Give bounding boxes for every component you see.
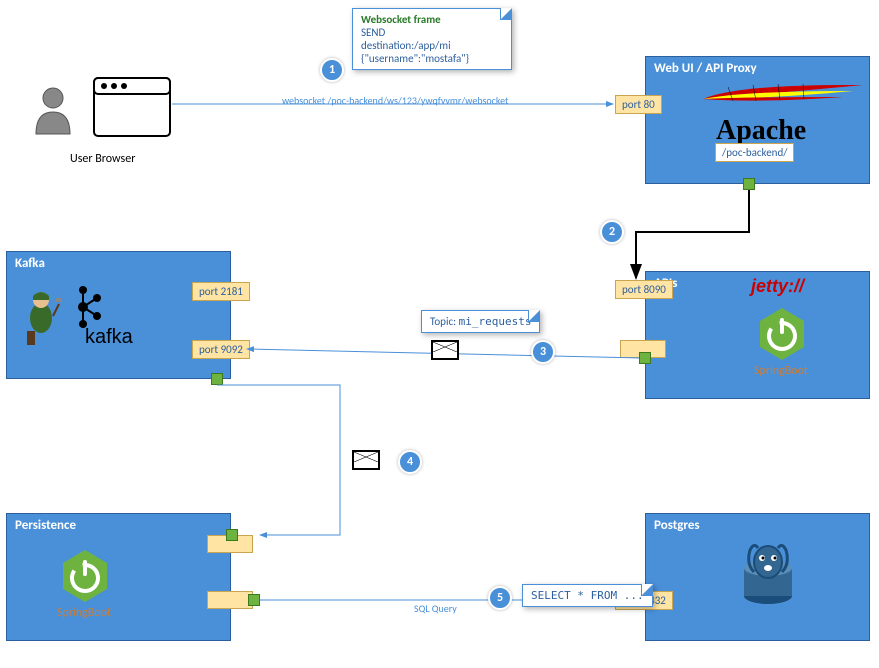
kafka-port-2181: port 2181 xyxy=(192,282,250,301)
persistence-box: Persistence SpringBoot xyxy=(6,513,231,641)
ws-line1: SEND xyxy=(361,26,503,39)
envelope-icon-1 xyxy=(431,340,459,360)
ws-frame-title: Websocket frame xyxy=(361,13,503,26)
jetty-brand: jetty:// xyxy=(751,276,804,297)
kafka-title: Kafka xyxy=(15,256,45,271)
postgres-icon xyxy=(736,544,800,616)
topic-note: Topic: mi_requests xyxy=(421,310,540,333)
persistence-in-node xyxy=(226,529,238,541)
kafka-box: Kafka kafka xyxy=(6,251,231,379)
apis-framework: SpringBoot xyxy=(754,364,808,378)
apache-port: port 80 xyxy=(615,95,662,114)
step-3: 3 xyxy=(531,340,555,364)
sql-note: SELECT * FROM ... xyxy=(522,584,653,607)
kafka-logo-icon xyxy=(73,282,103,332)
springboot-icon-2 xyxy=(57,548,113,604)
sql-text: SELECT * FROM ... xyxy=(531,589,644,602)
websocket-frame-note: Websocket frame SEND destination:/app/mi… xyxy=(352,8,512,70)
postgres-box: Postgres xyxy=(645,513,870,641)
topic-value: mi_requests xyxy=(459,315,532,328)
zookeeper-icon xyxy=(21,286,63,346)
sql-query-label: SQL Query xyxy=(414,602,457,615)
topic-label: Topic: xyxy=(430,315,456,328)
persistence-title: Persistence xyxy=(15,518,76,533)
step-4: 4 xyxy=(398,450,422,474)
kafka-port-9092: port 9092 xyxy=(192,340,250,359)
apache-box: Web UI / API Proxy Apache xyxy=(645,56,870,184)
ws-line3: {"username":"mostafa"} xyxy=(361,52,503,65)
apis-port: port 8090 xyxy=(615,280,673,299)
envelope-icon-2 xyxy=(352,450,380,470)
user-icon xyxy=(28,84,78,142)
step-2: 2 xyxy=(600,220,624,244)
springboot-icon xyxy=(754,306,810,362)
kafka-bottom-node xyxy=(211,373,223,385)
apache-title: Web UI / API Proxy xyxy=(654,61,757,76)
postgres-title: Postgres xyxy=(654,518,700,533)
browser-window-icon xyxy=(92,76,172,138)
kafka-brand: kafka xyxy=(85,326,133,349)
step-1: 1 xyxy=(320,58,344,82)
apis-out-node xyxy=(639,352,651,364)
ws-url-label: websocket /poc-backend/ws/123/ywqfvvmr/w… xyxy=(282,94,508,107)
apache-bottom-node xyxy=(743,178,755,190)
user-browser-label: User Browser xyxy=(70,152,135,166)
step-5: 5 xyxy=(488,586,512,610)
persistence-out-node xyxy=(248,594,260,606)
apache-feather-icon xyxy=(698,79,868,119)
ws-line2: destination:/app/mi xyxy=(361,39,503,52)
persistence-framework: SpringBoot xyxy=(57,606,111,620)
apache-proxy-path: /poc-backend/ xyxy=(715,143,794,162)
persistence-out-port xyxy=(207,591,253,609)
apis-box: APIs jetty:// SpringBoot xyxy=(645,271,870,399)
